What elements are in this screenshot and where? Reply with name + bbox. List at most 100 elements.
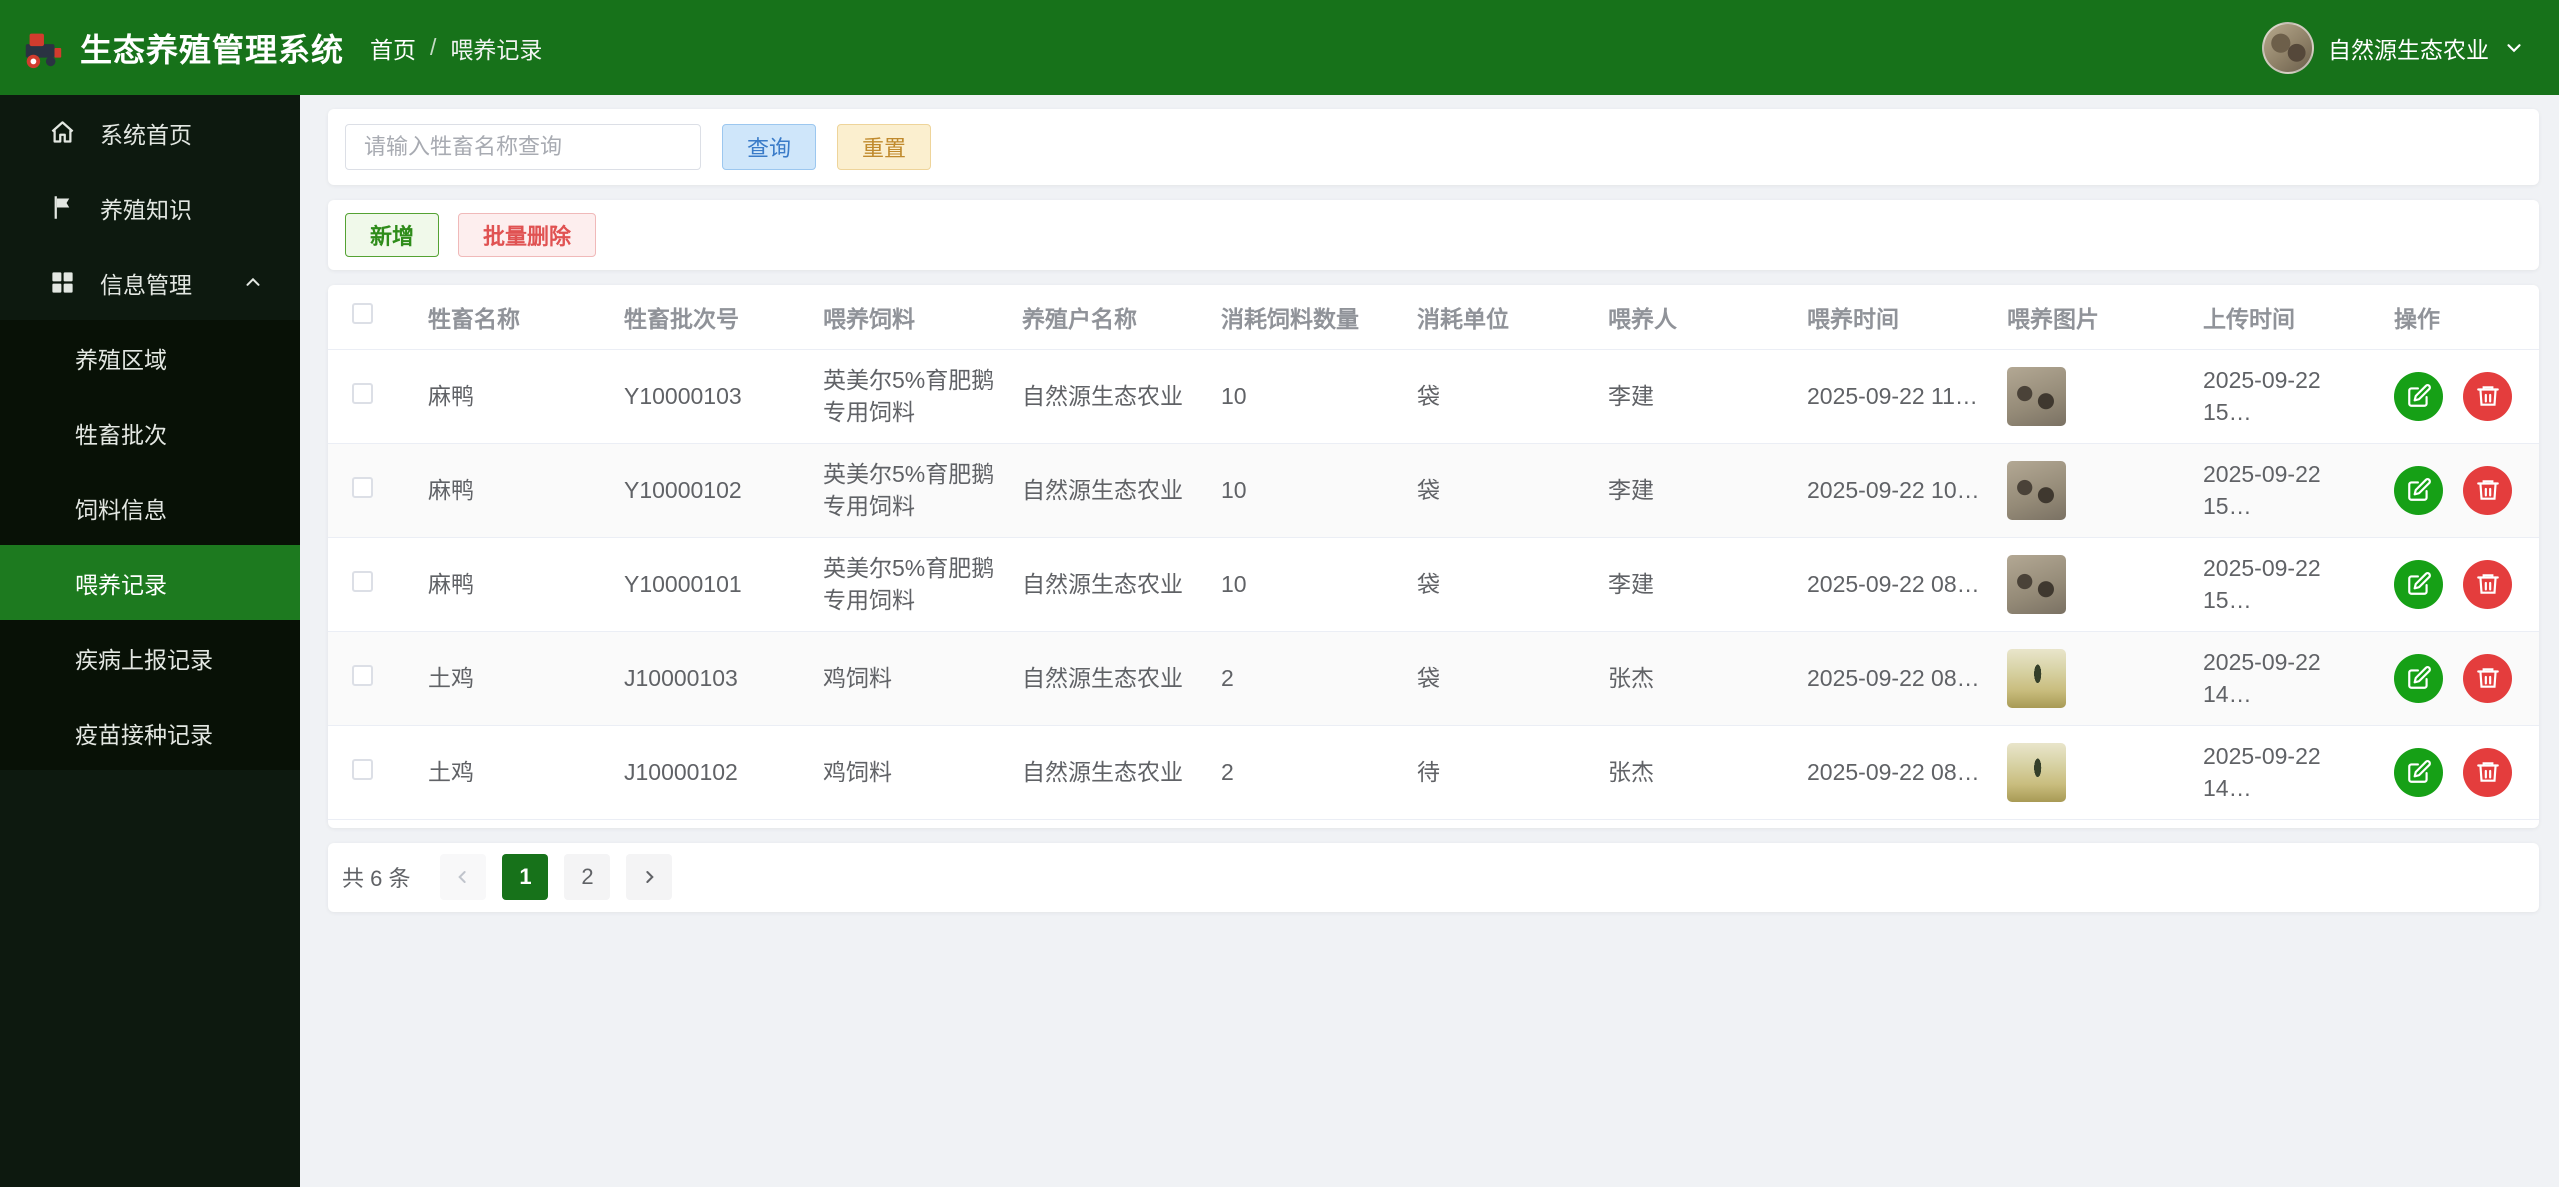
cell-livestock-name: 麻鸭 bbox=[418, 443, 614, 538]
row-checkbox[interactable] bbox=[352, 476, 373, 498]
feeding-records-table: 牲畜名称 牲畜批次号 喂养饲料 养殖户名称 消耗饲料数量 消耗单位 喂养人 喂养… bbox=[328, 285, 2539, 820]
sidebar-item-info-management[interactable]: 信息管理 bbox=[0, 245, 300, 320]
delete-button[interactable] bbox=[2463, 747, 2513, 797]
edit-button[interactable] bbox=[2394, 559, 2443, 609]
sidebar-item-feed-info[interactable]: 饲料信息 bbox=[0, 470, 300, 545]
edit-button[interactable] bbox=[2394, 747, 2443, 797]
cell-livestock-name: 麻鸭 bbox=[418, 349, 614, 444]
feeding-image-thumbnail[interactable] bbox=[2007, 742, 2066, 802]
cell-farmer: 自然源生态农业 bbox=[1012, 725, 1211, 820]
breadcrumb-separator: / bbox=[430, 34, 437, 60]
delete-button[interactable] bbox=[2463, 371, 2513, 421]
sidebar-item-livestock-batch[interactable]: 牲畜批次 bbox=[0, 395, 300, 470]
col-header-feed-time: 喂养时间 bbox=[1797, 285, 1997, 350]
cell-batch-no: J10000103 bbox=[614, 631, 813, 726]
user-menu[interactable]: 自然源生态农业 bbox=[2262, 21, 2525, 74]
col-header-feeder: 喂养人 bbox=[1598, 285, 1797, 350]
page-2-button[interactable]: 2 bbox=[564, 854, 611, 900]
row-checkbox[interactable] bbox=[352, 758, 373, 780]
batch-delete-button[interactable]: 批量删除 bbox=[458, 213, 597, 257]
sidebar-item-label: 养殖区域 bbox=[75, 346, 167, 373]
col-header-actions: 操作 bbox=[2384, 285, 2539, 350]
sidebar-item-label: 养殖知识 bbox=[100, 196, 192, 223]
feeding-image-thumbnail[interactable] bbox=[2007, 460, 2066, 520]
cell-farmer: 自然源生态农业 bbox=[1012, 443, 1211, 538]
feeding-records-table-card: 牲畜名称 牲畜批次号 喂养饲料 养殖户名称 消耗饲料数量 消耗单位 喂养人 喂养… bbox=[328, 285, 2539, 828]
add-button[interactable]: 新增 bbox=[345, 213, 440, 257]
prev-page-button[interactable] bbox=[440, 854, 487, 900]
app-logo-icon bbox=[20, 25, 66, 71]
cell-feeder: 李建 bbox=[1598, 443, 1797, 538]
row-checkbox[interactable] bbox=[352, 382, 373, 404]
cell-feeder: 李建 bbox=[1598, 537, 1797, 632]
sidebar-item-label: 信息管理 bbox=[100, 271, 192, 298]
col-header-quantity: 消耗饲料数量 bbox=[1211, 285, 1407, 350]
col-header-feed: 喂养饲料 bbox=[813, 285, 1012, 350]
cell-feed: 英美尔5%育肥鹅专用饲料 bbox=[813, 349, 1012, 444]
select-all-checkbox[interactable] bbox=[352, 303, 373, 325]
cell-feed-time: 2025-09-22 10… bbox=[1797, 443, 1997, 538]
cell-quantity: 2 bbox=[1211, 725, 1407, 820]
cell-farmer: 自然源生态农业 bbox=[1012, 349, 1211, 444]
breadcrumb-home[interactable]: 首页 bbox=[370, 31, 416, 65]
pagination: 共 6 条 1 2 bbox=[328, 842, 2539, 912]
feeding-image-thumbnail[interactable] bbox=[2007, 366, 2066, 426]
col-header-image: 喂养图片 bbox=[1997, 285, 2193, 350]
col-header-farmer: 养殖户名称 bbox=[1012, 285, 1211, 350]
col-header-batch-no: 牲畜批次号 bbox=[614, 285, 813, 350]
top-header: 生态养殖管理系统 首页 / 喂养记录 自然源生态农业 bbox=[0, 0, 2559, 95]
breadcrumb-current: 喂养记录 bbox=[450, 36, 543, 63]
row-checkbox[interactable] bbox=[352, 664, 373, 686]
chevron-up-icon bbox=[242, 272, 264, 294]
table-row: 麻鸭 Y10000101 英美尔5%育肥鹅专用饲料 自然源生态农业 10 袋 李… bbox=[328, 537, 2539, 632]
info-management-submenu: 养殖区域 牲畜批次 饲料信息 喂养记录 疾病上报记录 疫苗接种记录 bbox=[0, 320, 300, 770]
sidebar-item-label: 饲料信息 bbox=[75, 496, 167, 523]
cell-feed: 英美尔5%育肥鹅专用饲料 bbox=[813, 537, 1012, 632]
cell-upload-time: 2025-09-22 15… bbox=[2193, 349, 2384, 444]
query-button[interactable]: 查询 bbox=[722, 124, 817, 170]
edit-button[interactable] bbox=[2394, 465, 2443, 515]
cell-feeder: 李建 bbox=[1598, 349, 1797, 444]
cell-upload-time: 2025-09-22 15… bbox=[2193, 537, 2384, 632]
sidebar-item-disease-reports[interactable]: 疾病上报记录 bbox=[0, 620, 300, 695]
sidebar-item-system-home[interactable]: 系统首页 bbox=[0, 95, 300, 170]
edit-button[interactable] bbox=[2394, 371, 2443, 421]
table-row: 麻鸭 Y10000102 英美尔5%育肥鹅专用饲料 自然源生态农业 10 袋 李… bbox=[328, 443, 2539, 538]
cell-quantity: 10 bbox=[1211, 349, 1407, 444]
cell-feed: 鸡饲料 bbox=[813, 631, 1012, 726]
row-checkbox[interactable] bbox=[352, 570, 373, 592]
livestock-search-input[interactable] bbox=[345, 124, 701, 170]
feeding-image-thumbnail[interactable] bbox=[2007, 648, 2066, 708]
col-header-upload-time: 上传时间 bbox=[2193, 285, 2384, 350]
sidebar-item-feeding-records[interactable]: 喂养记录 bbox=[0, 545, 300, 620]
reset-button[interactable]: 重置 bbox=[837, 124, 932, 170]
cell-batch-no: Y10000101 bbox=[614, 537, 813, 632]
pagination-total: 共 6 条 bbox=[342, 866, 411, 891]
sidebar-item-breeding-area[interactable]: 养殖区域 bbox=[0, 320, 300, 395]
user-avatar bbox=[2262, 21, 2314, 74]
edit-button[interactable] bbox=[2394, 653, 2443, 703]
cell-farmer: 自然源生态农业 bbox=[1012, 631, 1211, 726]
delete-button[interactable] bbox=[2463, 465, 2513, 515]
next-page-button[interactable] bbox=[626, 854, 673, 900]
delete-button[interactable] bbox=[2463, 653, 2513, 703]
cell-feed-time: 2025-09-22 11… bbox=[1797, 349, 1997, 444]
delete-button[interactable] bbox=[2463, 559, 2513, 609]
cell-batch-no: Y10000102 bbox=[614, 443, 813, 538]
cell-feed-time: 2025-09-22 08… bbox=[1797, 631, 1997, 726]
feeding-image-thumbnail[interactable] bbox=[2007, 554, 2066, 614]
sidebar-item-label: 喂养记录 bbox=[75, 571, 167, 598]
sidebar-item-label: 牲畜批次 bbox=[75, 421, 167, 448]
col-header-unit: 消耗单位 bbox=[1407, 285, 1598, 350]
sidebar-item-breeding-knowledge[interactable]: 养殖知识 bbox=[0, 170, 300, 245]
main-content: 查询 重置 新增 批量删除 牲畜名称 牲畜批次号 喂养饲料 养殖户名称 消耗饲料… bbox=[300, 95, 2559, 927]
cell-feeder: 张杰 bbox=[1598, 725, 1797, 820]
page-1-button[interactable]: 1 bbox=[502, 854, 549, 900]
cell-livestock-name: 土鸡 bbox=[418, 725, 614, 820]
table-row: 土鸡 J10000102 鸡饲料 自然源生态农业 2 待 张杰 2025-09-… bbox=[328, 725, 2539, 820]
table-row: 麻鸭 Y10000103 英美尔5%育肥鹅专用饲料 自然源生态农业 10 袋 李… bbox=[328, 349, 2539, 444]
sidebar-item-vaccination-records[interactable]: 疫苗接种记录 bbox=[0, 695, 300, 770]
sidebar: 系统首页 养殖知识 信息管理 养殖区域 牲畜批次 饲料信息 喂养记录 疾病上报记… bbox=[0, 95, 300, 1187]
table-row: 土鸡 J10000103 鸡饲料 自然源生态农业 2 袋 张杰 2025-09-… bbox=[328, 631, 2539, 726]
action-toolbar: 新增 批量删除 bbox=[328, 200, 2539, 270]
